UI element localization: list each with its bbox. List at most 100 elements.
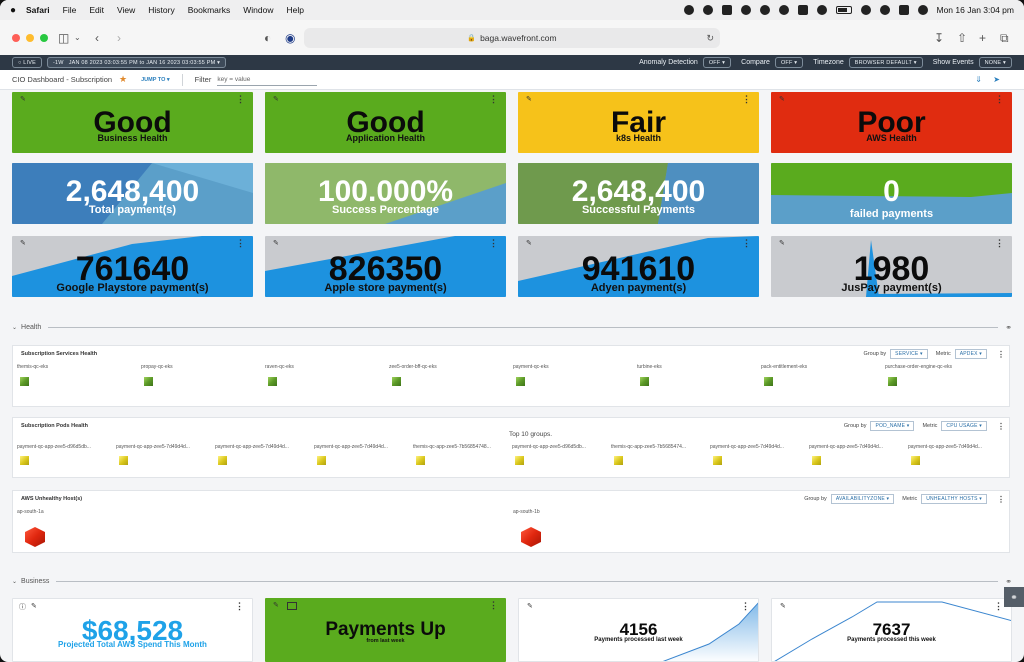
edit-icon[interactable]: ✎ [780, 602, 786, 610]
more-icon[interactable]: ⋮ [997, 495, 1005, 504]
siri-icon[interactable] [917, 5, 928, 15]
edit-icon[interactable]: ✎ [31, 602, 37, 610]
pod-node-label[interactable]: themis-qc-app-zee5-7b5685474... [611, 444, 686, 450]
menu-file[interactable]: File [63, 5, 77, 15]
new-tab-icon[interactable]: + [979, 31, 986, 45]
status-icon-4[interactable] [740, 5, 751, 15]
service-node-label[interactable]: payment-qc-eks [513, 364, 549, 370]
service-node-icon[interactable] [144, 377, 153, 386]
filter-input[interactable]: key = value [217, 74, 318, 86]
status-tile-k8s[interactable]: ✎ ⋮ Fair k8s Health [518, 92, 759, 153]
status-icon-6[interactable] [778, 5, 789, 15]
pod-node-icon[interactable] [713, 456, 722, 465]
edit-icon[interactable]: ✎ [20, 239, 26, 247]
pod-node-label[interactable]: payment-qc-app-zee5-d96d5db... [17, 444, 91, 450]
more-icon[interactable]: ⋮ [995, 238, 1004, 249]
more-icon[interactable]: ⋮ [489, 94, 498, 105]
timezone-dropdown[interactable]: BROWSER DEFAULT ▾ [848, 57, 923, 68]
status-icon-7[interactable] [797, 5, 808, 15]
edit-icon[interactable]: ✎ [779, 95, 785, 103]
service-node-label[interactable]: purchase-order-engine-qc-eks [885, 364, 952, 370]
edit-icon[interactable]: ✎ [527, 602, 533, 610]
jump-to-button[interactable]: JUMP TO ▾ [141, 77, 170, 83]
edit-icon[interactable]: ✎ [273, 95, 279, 103]
more-icon[interactable]: ⋮ [994, 601, 1003, 612]
metric-dropdown[interactable]: APDEX ▾ [954, 349, 987, 359]
edit-icon[interactable]: ✎ [20, 95, 26, 103]
service-node-label[interactable]: raven-qc-eks [265, 364, 294, 370]
pod-node-label[interactable]: payment-qc-app-zee5-7d49d4d... [215, 444, 289, 450]
az-node-label[interactable]: ap-south-1b [513, 509, 540, 515]
status-icon-5[interactable] [759, 5, 770, 15]
menu-help[interactable]: Help [286, 5, 303, 15]
pod-node-label[interactable]: payment-qc-app-zee5-7d49d4d... [314, 444, 388, 450]
search-icon[interactable] [879, 5, 890, 15]
more-icon[interactable]: ⋮ [236, 238, 245, 249]
tile-payments-this-week[interactable]: ✎ ⋮ 7637 Payments processed this week [771, 598, 1012, 662]
minimize-window-button[interactable] [26, 34, 34, 42]
bluetooth-icon[interactable] [816, 5, 827, 15]
pod-node-label[interactable]: themis-qc-app-zee5-7b56854748... [413, 444, 491, 450]
service-node-label[interactable]: zee5-order-bff-qc-eks [389, 364, 437, 370]
pod-node-label[interactable]: payment-qc-app-zee5-7d49d4d... [116, 444, 190, 450]
edit-icon[interactable]: ✎ [779, 239, 785, 247]
extension-icon[interactable]: ◉ [285, 31, 295, 45]
time-range-picker[interactable]: -1W JAN 08 2023 03:03:55 PM to JAN 16 20… [47, 57, 227, 68]
pod-node-icon[interactable] [416, 456, 425, 465]
info-icon[interactable]: ⓘ [19, 602, 26, 612]
section-health[interactable]: ⌄ Health ⚭ [12, 321, 1012, 333]
kpi-tile-failed-payments[interactable]: 0 failed payments [771, 163, 1012, 224]
menu-window[interactable]: Window [243, 5, 273, 15]
section-business[interactable]: ⌄ Business ⚭ [12, 575, 1012, 587]
battery-icon[interactable] [835, 6, 852, 14]
reload-icon[interactable]: ↻ [706, 33, 714, 44]
status-icon-2[interactable] [702, 5, 713, 15]
tile-aws-spend[interactable]: ⓘ ✎ ⋮ $68,528 Projected Total AWS Spend … [12, 598, 253, 662]
group-by-dropdown[interactable]: AVAILABILITYZONE ▾ [830, 494, 895, 504]
menu-view[interactable]: View [117, 5, 135, 15]
compare-dropdown[interactable]: OFF ▾ [774, 57, 804, 68]
pod-node-label[interactable]: payment-qc-app-zee5-7d49d4d... [710, 444, 784, 450]
star-icon[interactable]: ★ [119, 74, 127, 85]
service-node-icon[interactable] [640, 377, 649, 386]
wifi-icon[interactable] [860, 5, 871, 15]
status-tile-aws[interactable]: ✎ ⋮ Poor AWS Health [771, 92, 1012, 153]
az-node-icon[interactable] [25, 527, 45, 547]
tile-payments-up[interactable]: ✎ ⋮ Payments Up from last week [265, 598, 506, 662]
zoom-window-button[interactable] [40, 34, 48, 42]
more-icon[interactable]: ⋮ [235, 601, 244, 612]
collapse-icon[interactable]: ⇓ [975, 75, 982, 84]
edit-icon[interactable]: ✎ [526, 239, 532, 247]
status-tile-application[interactable]: ✎ ⋮ Good Application Health [265, 92, 506, 153]
download-icon[interactable]: ↧ [934, 31, 944, 45]
service-node-icon[interactable] [392, 377, 401, 386]
pod-node-label[interactable]: payment-qc-app-zee5-d96d5db... [512, 444, 586, 450]
shield-icon[interactable]: ◐ [264, 31, 271, 45]
pod-node-icon[interactable] [119, 456, 128, 465]
more-icon[interactable]: ⋮ [995, 94, 1004, 105]
more-icon[interactable]: ⋮ [741, 601, 750, 612]
payment-tile-google[interactable]: ✎ ⋮ 761640 Google Playstore payment(s) [12, 236, 253, 297]
share-dashboard-icon[interactable]: ➤ [993, 75, 1000, 84]
az-node-label[interactable]: ap-south-1a [17, 509, 44, 515]
metric-dropdown[interactable]: CPU USAGE ▾ [941, 421, 987, 431]
back-icon[interactable]: ‹ [95, 31, 99, 45]
pod-node-label[interactable]: payment-qc-app-zee5-7d49d4d... [809, 444, 883, 450]
payment-tile-adyen[interactable]: ✎ ⋮ 941610 Adyen payment(s) [518, 236, 759, 297]
service-node-icon[interactable] [516, 377, 525, 386]
pod-node-icon[interactable] [812, 456, 821, 465]
menu-edit[interactable]: Edit [89, 5, 104, 15]
menu-bookmarks[interactable]: Bookmarks [188, 5, 231, 15]
status-tile-business[interactable]: ✎ ⋮ Good Business Health [12, 92, 253, 153]
more-icon[interactable]: ⋮ [997, 422, 1005, 431]
chevron-down-icon[interactable]: ⌄ [12, 578, 17, 585]
image-icon[interactable] [287, 602, 297, 610]
edit-icon[interactable]: ✎ [526, 95, 532, 103]
more-icon[interactable]: ⋮ [489, 600, 498, 611]
edit-icon[interactable]: ✎ [273, 239, 279, 247]
tile-payments-last-week[interactable]: ✎ ⋮ 4156 Payments processed last week [518, 598, 759, 662]
more-icon[interactable]: ⋮ [236, 94, 245, 105]
more-icon[interactable]: ⋮ [997, 350, 1005, 359]
group-by-dropdown[interactable]: POD_NAME ▾ [870, 421, 915, 431]
link-icon[interactable]: ⚭ [1005, 323, 1012, 332]
